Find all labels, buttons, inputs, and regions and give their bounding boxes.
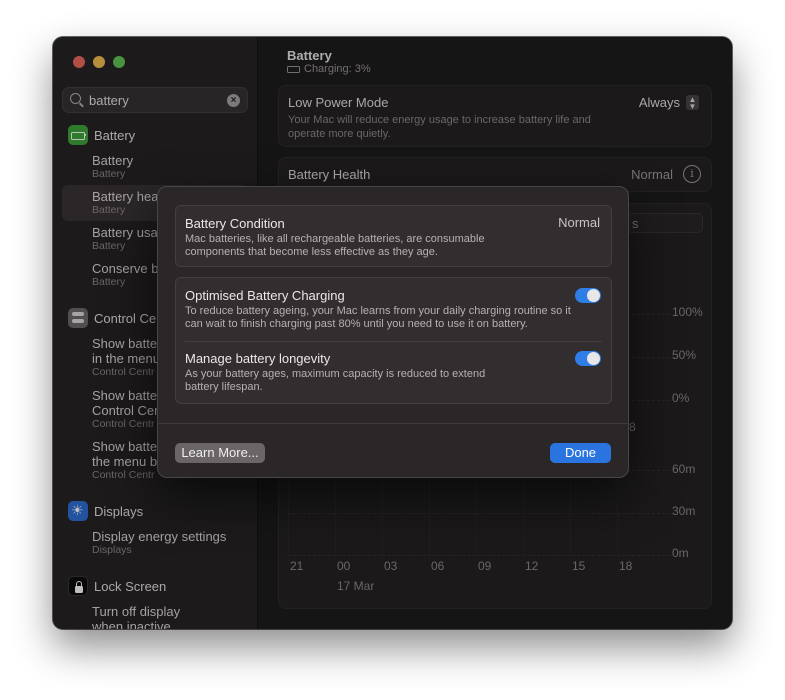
dialog-separator [158, 423, 628, 424]
battery-health-dialog: Battery Condition Normal Mac batteries, … [157, 186, 629, 478]
charging-options-card: Optimised Battery Charging To reduce bat… [175, 277, 612, 404]
battery-longevity-title: Manage battery longevity [185, 351, 331, 366]
optimised-charging-description: To reduce battery ageing, your Mac learn… [185, 305, 571, 330]
battery-condition-title: Battery Condition [185, 216, 285, 231]
battery-condition-card: Battery Condition Normal Mac batteries, … [175, 205, 612, 267]
battery-condition-description: Mac batteries, like all rechargeable bat… [185, 233, 485, 258]
optimised-charging-toggle[interactable] [575, 288, 601, 303]
optimised-charging-title: Optimised Battery Charging [185, 288, 345, 303]
battery-condition-value: Normal [558, 215, 600, 230]
done-button[interactable]: Done [550, 443, 611, 463]
learn-more-button[interactable]: Learn More... [175, 443, 265, 463]
battery-longevity-toggle[interactable] [575, 351, 601, 366]
battery-longevity-description: As your battery ages, maximum capacity i… [185, 368, 486, 393]
settings-window: battery × Battery Battery Battery Batter… [53, 37, 732, 629]
divider [185, 341, 602, 342]
